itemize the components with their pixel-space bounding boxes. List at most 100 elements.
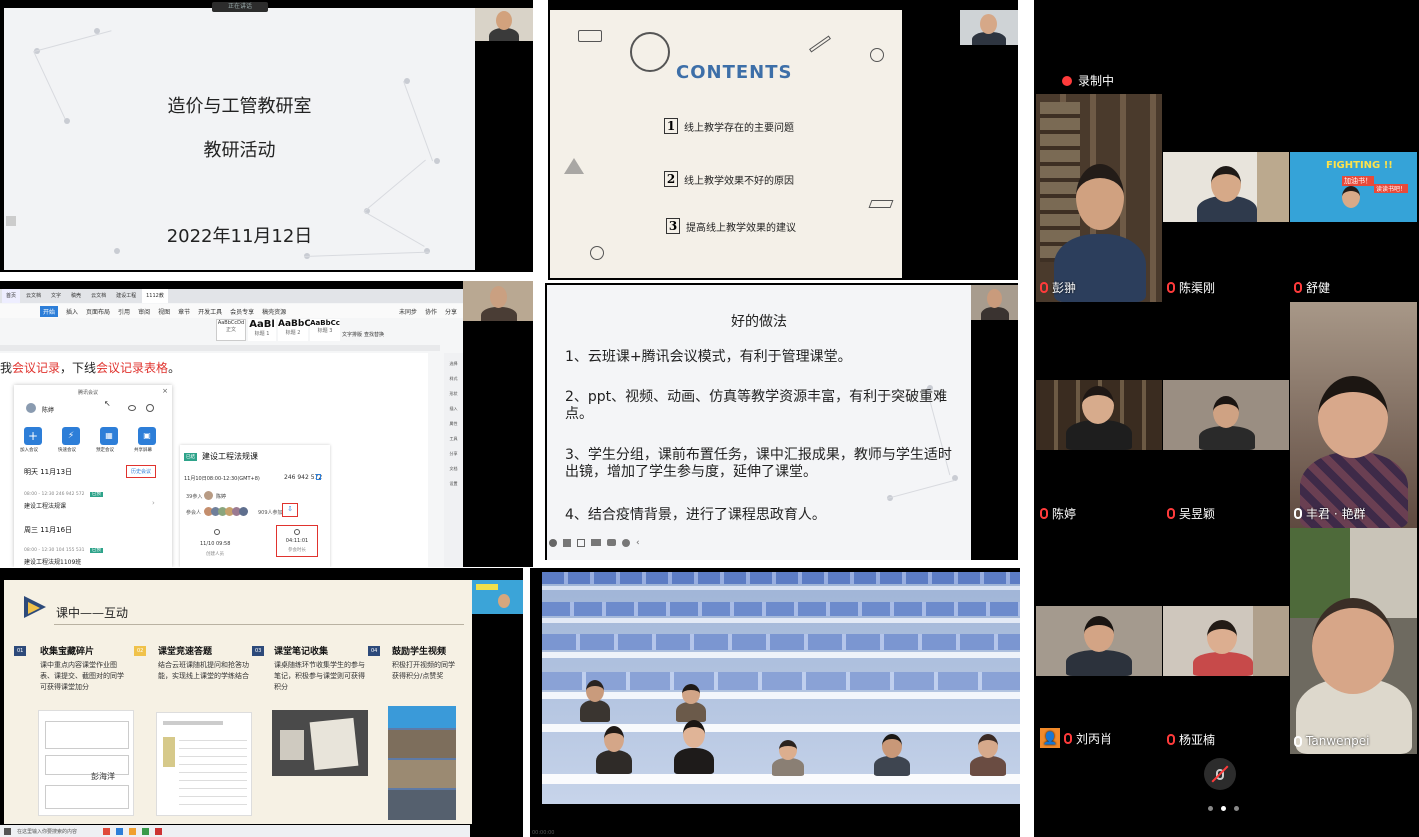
avatar[interactable] (26, 403, 36, 413)
share-button[interactable]: 分享 (445, 307, 457, 316)
doc-ribbon-menu: 开始 插入 页面布局 引用 审阅 视图 章节 开发工具 会员专享 稿壳资源 未同… (0, 304, 463, 318)
tool-doc[interactable]: 文档 (450, 466, 458, 472)
tool-props[interactable]: 属性 (450, 421, 458, 427)
meeting-app-window: 腾讯会议 × 陈婷 ↖ + ⚡ ▦ ▣ 加入会议 快速会议 预定会议 共享屏幕 … (14, 385, 172, 567)
mic-muted-icon (1040, 282, 1048, 293)
style-normal[interactable]: AaBbCcDd 正文 (216, 319, 246, 341)
doc-tab[interactable]: 云文档 (87, 289, 110, 303)
chat-tool-icon[interactable] (607, 539, 616, 546)
find-replace-button[interactable]: 查找替换 (364, 319, 384, 341)
doc-tab[interactable]: 建设工程 (112, 289, 140, 303)
ribbon-tab[interactable]: 引用 (118, 307, 130, 316)
tool-shape[interactable]: 形状 (450, 391, 458, 397)
tool-insert[interactable]: 插入 (450, 406, 458, 412)
tool-tools[interactable]: 工具 (450, 436, 458, 442)
mic-toggle-button[interactable] (1204, 758, 1236, 790)
participant-tile[interactable]: FIGHTING !! 加油书！ 读读书吧！ 舒健 (1290, 152, 1417, 302)
slide-date: 2022年11月12日 (166, 226, 313, 247)
tool-select[interactable]: 选择 (450, 361, 458, 367)
ribbon-tab-home[interactable]: 开始 (40, 305, 59, 317)
created-label: 创建人员 (206, 552, 224, 557)
mic-muted-icon (1294, 282, 1302, 293)
record-dot-icon (1062, 75, 1072, 86)
history-meeting-button[interactable]: 历史会议 (126, 465, 157, 478)
participant-tile[interactable]: 彭翀 (1036, 94, 1162, 302)
slide-left-handle[interactable] (6, 216, 16, 226)
chevron-left-icon[interactable]: ‹ (636, 539, 640, 548)
doc-panel: 首页 云文档 文字 稿壳 云文档 建设工程 1112教 开始 插入 页面布局 引… (0, 281, 533, 567)
download-button[interactable]: ⇩ (282, 503, 298, 517)
participant-tile[interactable]: 丰君 · 艳群 (1290, 302, 1417, 528)
practice-point-3: 3、学生分组，课前布置任务，课中汇报成果，教师与学生适时出镜，增加了学生参与度，… (565, 447, 952, 480)
ribbon-tab[interactable]: 稿壳资源 (262, 307, 286, 316)
pen-tool-icon[interactable] (563, 539, 571, 547)
ribbon-tab[interactable]: 开发工具 (198, 307, 222, 316)
screenshot-thumb-4 (388, 706, 456, 820)
slide-panel-title: 造价与工管教研室 教研活动 2022年11月12日 正在讲话 (0, 0, 533, 272)
participant-tile[interactable]: 陈渠刚 (1163, 152, 1289, 302)
style-h2[interactable]: AaBbC 标题 2 (278, 319, 311, 341)
taskbar-app-icon[interactable] (116, 827, 123, 835)
select-tool-icon[interactable] (577, 539, 585, 547)
taskbar-app-icon[interactable] (103, 827, 110, 835)
ribbon-tab[interactable]: 页面布局 (86, 307, 110, 316)
text-layout-button[interactable]: 文字排版 (342, 319, 362, 341)
close-icon[interactable]: × (162, 387, 168, 395)
page-indicator[interactable] (1208, 806, 1239, 811)
taskbar-search[interactable]: 在这里输入你要搜索的内容 (17, 828, 97, 835)
participant-tile[interactable]: 杨亚楠 (1163, 606, 1289, 754)
pointer-tool-icon[interactable] (549, 539, 557, 547)
slide-subtitle: 教研活动 (203, 140, 276, 161)
doc-tab[interactable]: 稿壳 (67, 289, 85, 303)
doc-tab-active[interactable]: 1112教 (142, 289, 168, 303)
ribbon-tab[interactable]: 插入 (66, 307, 78, 316)
mail-icon[interactable] (128, 405, 136, 411)
duration-box[interactable]: 04:11:01 参会时长 (276, 525, 318, 557)
doc-tab[interactable]: 云文档 (22, 289, 45, 303)
chevron-right-icon[interactable]: › (152, 499, 155, 507)
meeting-detail-count: 39参入 (186, 494, 203, 500)
doc-tab[interactable]: 首页 (2, 289, 21, 303)
ribbon-tab[interactable]: 审阅 (138, 307, 150, 316)
participants-label: 参会人 (186, 510, 202, 516)
gear-icon[interactable] (146, 404, 154, 412)
screen-tool-icon[interactable] (591, 539, 601, 546)
presenter-video-3 (463, 281, 533, 321)
pencil-icon (809, 35, 831, 53)
tool-share[interactable]: 分享 (450, 451, 458, 457)
collab-button[interactable]: 协作 (425, 307, 437, 316)
style-h1[interactable]: AaBl 标题 1 (248, 319, 276, 341)
style-h3[interactable]: AaBbCc 标题 3 (310, 319, 340, 341)
ribbon-tab[interactable]: 会员专享 (230, 307, 254, 316)
windows-icon[interactable] (4, 827, 11, 835)
contents-item-2: 2 线上教学效果不好的原因 (664, 171, 794, 187)
record-tool-icon[interactable] (622, 539, 630, 547)
host-avatar (204, 491, 213, 500)
contents-heading: CONTENTS (676, 62, 793, 83)
participant-tile[interactable]: 陈婷 (1036, 380, 1162, 528)
tool-style[interactable]: 样式 (450, 376, 458, 382)
tool-settings[interactable]: 设置 (450, 481, 458, 487)
quick-meeting-button[interactable]: ⚡ (62, 427, 80, 445)
participant-tile[interactable]: Tanwenpei (1290, 528, 1417, 754)
meeting-2-name[interactable]: 建设工程法规1109班 (24, 557, 81, 566)
sync-status[interactable]: 未同步 (399, 307, 417, 316)
copy-icon[interactable] (316, 474, 321, 480)
taskbar-app-icon[interactable] (129, 827, 136, 835)
schedule-meeting-button[interactable]: ▦ (100, 427, 118, 445)
share-screen-button[interactable]: ▣ (138, 427, 156, 445)
participant-tile[interactable]: 吴昱颖 (1163, 380, 1289, 528)
meeting-1-name[interactable]: 建设工程法规课 (24, 501, 66, 510)
participant-tile[interactable]: 👤 刘丙肖 (1036, 606, 1162, 754)
slide-toolbar: ‹ (549, 539, 640, 548)
apple-icon (870, 48, 884, 62)
join-meeting-button[interactable]: + (24, 427, 42, 445)
thumb-caption: 彭海洋 (91, 772, 115, 781)
taskbar-app-icon[interactable] (142, 827, 149, 835)
doc-tab[interactable]: 文字 (47, 289, 65, 303)
participant-avatars[interactable] (204, 507, 248, 516)
ribbon-tab[interactable]: 章节 (178, 307, 190, 316)
ribbon-tab[interactable]: 视图 (158, 307, 170, 316)
taskbar-app-icon[interactable] (155, 827, 162, 835)
mic-active-icon (1294, 508, 1302, 519)
